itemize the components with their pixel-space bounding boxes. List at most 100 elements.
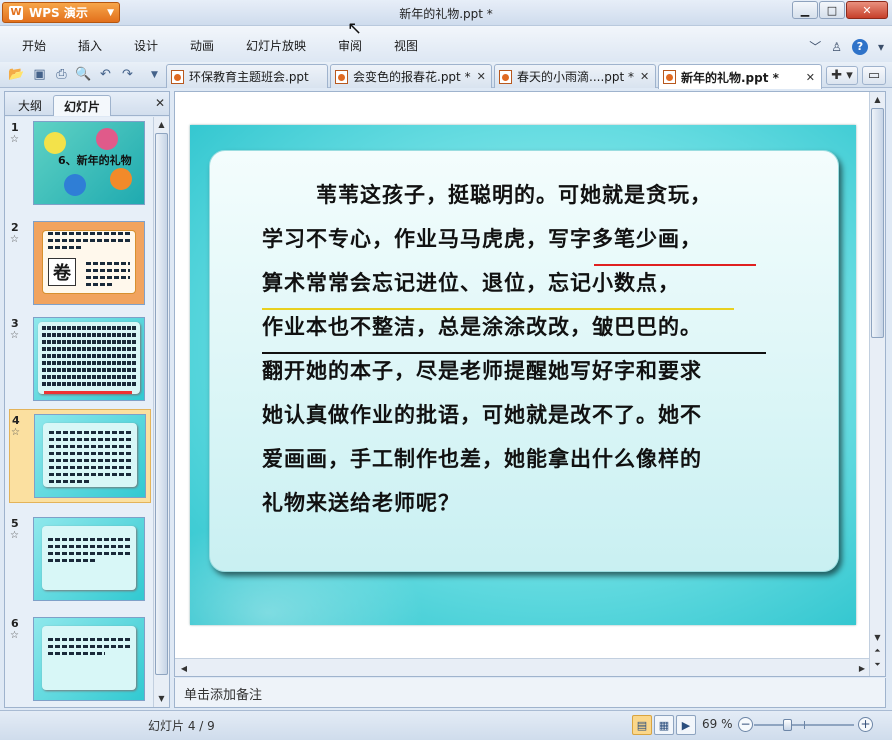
slide-number: 2 <box>11 221 19 234</box>
text-line: 她认真做作业的批语，可她就是改不了。她不 <box>262 402 702 427</box>
slide-preview: 卷 <box>33 221 145 305</box>
zoom-level: 69 % <box>702 717 733 731</box>
scroll-left-icon[interactable]: ◀ <box>177 661 191 675</box>
slide-preview <box>34 414 146 498</box>
next-slide-icon[interactable]: ⏷ <box>870 658 885 672</box>
menu-view[interactable]: 视图 <box>394 37 418 54</box>
slide-thumbnail-4[interactable]: 4 ☆ <box>9 409 151 503</box>
tab-list-icon[interactable]: ▭ <box>862 66 886 85</box>
new-tab-button[interactable]: ✚ ▾ <box>826 66 858 85</box>
animation-star-icon: ☆ <box>10 330 19 341</box>
customize-toolbar-icon[interactable]: ▼ <box>146 66 163 83</box>
menu-design[interactable]: 设计 <box>134 37 158 54</box>
scroll-thumb[interactable] <box>871 108 884 338</box>
mouse-cursor-icon: ↖ <box>347 18 363 39</box>
slide-thumbnail-3[interactable]: 3 ☆ <box>9 313 151 407</box>
balloon-icon <box>110 168 132 190</box>
menu-slideshow[interactable]: 幻灯片放映 <box>246 37 306 54</box>
slide-sorter-icon[interactable]: ▦ <box>654 715 674 735</box>
vertical-scrollbar[interactable]: ▲ ▼ ⏶ ⏷ <box>869 92 885 676</box>
slide-thumbnail-2[interactable]: 2 ☆ 卷 <box>9 217 151 311</box>
close-window-button[interactable]: ✕ <box>846 1 888 19</box>
notes-pane[interactable]: 单击添加备注 <box>174 678 886 708</box>
shirt-icon[interactable]: ♙ <box>831 40 842 54</box>
help-icon[interactable]: ? <box>851 38 868 55</box>
animation-star-icon: ☆ <box>10 134 19 145</box>
app-menu-button[interactable]: W WPS 演示 ▼ <box>2 2 120 23</box>
slide-number: 1 <box>11 121 19 134</box>
slide-preview <box>33 517 145 601</box>
print-icon[interactable]: ⎙ <box>53 66 70 83</box>
character-card: 卷 <box>48 258 76 286</box>
menu-home[interactable]: 开始 <box>22 37 46 54</box>
slide-number: 4 <box>12 414 20 427</box>
close-tab-icon[interactable]: ✕ <box>800 71 815 84</box>
status-bar: 幻灯片 4 / 9 ▤ ▦ ▶ 69 % − + <box>0 710 892 740</box>
scroll-up-icon[interactable]: ▲ <box>154 117 169 131</box>
normal-view-icon[interactable]: ▤ <box>632 715 652 735</box>
scroll-right-icon[interactable]: ▶ <box>855 661 869 675</box>
chevron-down-icon[interactable]: ﹀ <box>809 38 821 55</box>
text-line: 翻开她的本子，尽是老师提醒她写好字和要求 <box>262 358 702 383</box>
zoom-slider-knob[interactable] <box>783 719 792 731</box>
slide-number: 3 <box>11 317 19 330</box>
previous-slide-icon[interactable]: ⏶ <box>870 644 885 658</box>
print-preview-icon[interactable]: 🔍 <box>75 66 92 83</box>
maximize-button[interactable]: □ <box>819 1 845 19</box>
text-line: 作业本也不整洁，总是涂涂改改，皱巴巴的。 <box>262 314 702 339</box>
tab-outline[interactable]: 大纲 <box>8 95 52 116</box>
doc-tab-4[interactable]: 新年的礼物.ppt * ✕ <box>658 64 822 89</box>
animation-star-icon: ☆ <box>10 530 19 541</box>
slide-counter: 幻灯片 4 / 9 <box>148 719 215 733</box>
scroll-down-icon[interactable]: ▼ <box>870 630 885 644</box>
doc-tab-label: 会变色的报春花.ppt * <box>353 70 471 84</box>
close-pane-icon[interactable]: ✕ <box>155 96 165 110</box>
undo-icon[interactable]: ↶ <box>97 66 114 83</box>
slide-canvas[interactable]: 苇苇这孩子，挺聪明的。可她就是贪玩， 学习不专心，作业马马虎虎，写字多笔少画， … <box>190 125 856 625</box>
balloon-icon <box>64 174 86 196</box>
ppt-file-icon <box>499 69 512 84</box>
notes-placeholder: 单击添加备注 <box>184 688 263 703</box>
zoom-out-icon[interactable]: − <box>738 717 753 732</box>
redo-icon[interactable]: ↷ <box>119 66 136 83</box>
slides-pane: 大纲 幻灯片 ✕ 1 ☆ 6、新年的礼物 2 ☆ 卷 3 ☆ 4 ☆ 5 ☆ 6… <box>4 91 170 708</box>
thumbnail-scrollbar[interactable]: ▲ ▼ <box>153 117 169 707</box>
minimize-button[interactable]: ▁ <box>792 1 818 19</box>
slide-thumbnail-5[interactable]: 5 ☆ <box>9 513 151 607</box>
slide-thumbnail-6[interactable]: 6 ☆ <box>9 613 151 707</box>
slide-number: 6 <box>11 617 19 630</box>
yellow-underline <box>262 308 734 310</box>
open-icon[interactable]: 📂 <box>8 66 25 83</box>
animation-star-icon: ☆ <box>10 234 19 245</box>
scroll-thumb[interactable] <box>155 133 168 675</box>
close-tab-icon[interactable]: ✕ <box>634 70 649 83</box>
text-line: 爱画画，手工制作也差，她能拿出什么像样的 <box>262 446 702 471</box>
zoom-slider[interactable] <box>754 719 854 731</box>
scroll-down-icon[interactable]: ▼ <box>154 691 169 705</box>
doc-tab-1[interactable]: 环保教育主题班会.ppt <box>166 64 328 88</box>
doc-tab-2[interactable]: 会变色的报春花.ppt * ✕ <box>330 64 492 88</box>
save-icon[interactable]: ▣ <box>31 66 48 83</box>
menu-bar: 开始 插入 设计 动画 幻灯片放映 审阅 视图 ﹀ ♙ ? ▾ <box>0 26 892 62</box>
horizontal-scrollbar[interactable]: ◀ ▶ <box>175 658 871 676</box>
tab-slides[interactable]: 幻灯片 <box>53 95 112 116</box>
slide-thumbnail-list: 1 ☆ 6、新年的礼物 2 ☆ 卷 3 ☆ 4 ☆ 5 ☆ 6 ☆ <box>5 117 153 707</box>
slideshow-icon[interactable]: ▶ <box>676 715 696 735</box>
menu-review[interactable]: 审阅 <box>338 37 362 54</box>
slide-preview <box>33 317 145 401</box>
doc-tab-label: 春天的小雨滴....ppt * <box>517 70 635 84</box>
slide-thumbnail-1[interactable]: 1 ☆ 6、新年的礼物 <box>9 117 151 211</box>
scroll-up-icon[interactable]: ▲ <box>870 92 885 106</box>
slide-title: 6、新年的礼物 <box>58 154 132 167</box>
doc-tab-3[interactable]: 春天的小雨滴....ppt * ✕ <box>494 64 656 88</box>
black-underline <box>262 352 766 354</box>
close-tab-icon[interactable]: ✕ <box>471 70 486 83</box>
chevron-down-icon: ▼ <box>107 7 114 18</box>
app-name: WPS 演示 <box>29 6 88 20</box>
menu-animation[interactable]: 动画 <box>190 37 214 54</box>
menu-insert[interactable]: 插入 <box>78 37 102 54</box>
chevron-down-icon[interactable]: ▾ <box>878 40 884 54</box>
zoom-in-icon[interactable]: + <box>858 717 873 732</box>
animation-star-icon: ☆ <box>10 630 19 641</box>
red-underline <box>594 264 756 266</box>
